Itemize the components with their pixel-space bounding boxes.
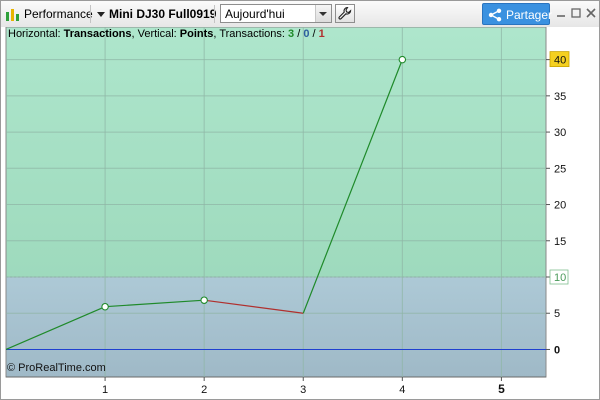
period-select-value: Aujourd'hui xyxy=(225,7,285,21)
period-select[interactable]: Aujourd'hui xyxy=(220,4,332,23)
performance-chart[interactable]: 0 5 10 15 20 25 30 35 40 1 2 3 4 5 Horizontal: Trans… xyxy=(1,27,599,399)
x-tick-label: 4 xyxy=(399,384,405,396)
y-tick-label: 15 xyxy=(554,236,566,248)
legend-slash: / xyxy=(294,28,304,40)
toolbar-divider xyxy=(90,5,91,23)
y-tick-label: 5 xyxy=(554,308,560,320)
x-tick-label: 5 xyxy=(498,382,505,396)
data-point[interactable] xyxy=(101,302,109,311)
data-point[interactable] xyxy=(200,296,208,304)
y-tick-label: 10 xyxy=(554,272,566,284)
share-label: Partager xyxy=(506,8,553,22)
legend-transactions-prefix: , Transactions: xyxy=(213,28,289,40)
settings-button[interactable] xyxy=(335,4,355,23)
performance-window: Performance Mini DJ30 Full0919 Aujourd'h… xyxy=(0,0,600,400)
legend-slash: / xyxy=(309,28,319,40)
performance-label[interactable]: Performance xyxy=(24,1,93,27)
chart-canvas: 0 5 10 15 20 25 30 35 40 1 2 3 4 5 xyxy=(5,27,570,396)
chart-legend: Horizontal: Transactions, Vertical: Poin… xyxy=(8,28,325,40)
close-icon[interactable] xyxy=(585,7,597,19)
y-tick-label: 25 xyxy=(554,163,566,175)
share-icon xyxy=(488,8,502,22)
wrench-icon xyxy=(338,6,352,20)
legend-losses: 1 xyxy=(318,28,325,40)
y-tick-label: 35 xyxy=(554,91,566,103)
profit-zone xyxy=(6,27,546,277)
toolbar-divider xyxy=(214,5,215,23)
minimize-icon[interactable] xyxy=(555,7,567,19)
share-button[interactable]: Partager xyxy=(482,3,553,25)
copyright-label: © ProRealTime.com xyxy=(7,362,106,374)
y-tick-label: 40 xyxy=(554,55,566,67)
performance-chart-icon xyxy=(6,9,19,21)
legend-horizontal-prefix: Horizontal: xyxy=(8,28,64,40)
instrument-label[interactable]: Mini DJ30 Full0919 xyxy=(109,1,216,27)
y-tick-label: 0 xyxy=(554,344,560,356)
legend-horizontal-value: Transactions xyxy=(63,28,132,40)
y-tick-label: 30 xyxy=(554,127,566,139)
x-tick-label: 1 xyxy=(102,384,108,396)
maximize-icon[interactable] xyxy=(570,7,582,19)
y-tick-label: 20 xyxy=(554,200,566,212)
legend-vertical-value: Points xyxy=(179,28,214,40)
x-tick-label: 3 xyxy=(300,384,306,396)
data-point[interactable] xyxy=(398,55,407,64)
chevron-down-icon[interactable] xyxy=(97,12,105,17)
legend-vertical-prefix: , Vertical: xyxy=(131,28,180,40)
toolbar: Performance Mini DJ30 Full0919 Aujourd'h… xyxy=(1,1,599,28)
x-tick-label: 2 xyxy=(201,384,207,396)
select-arrow-icon[interactable] xyxy=(315,5,331,22)
